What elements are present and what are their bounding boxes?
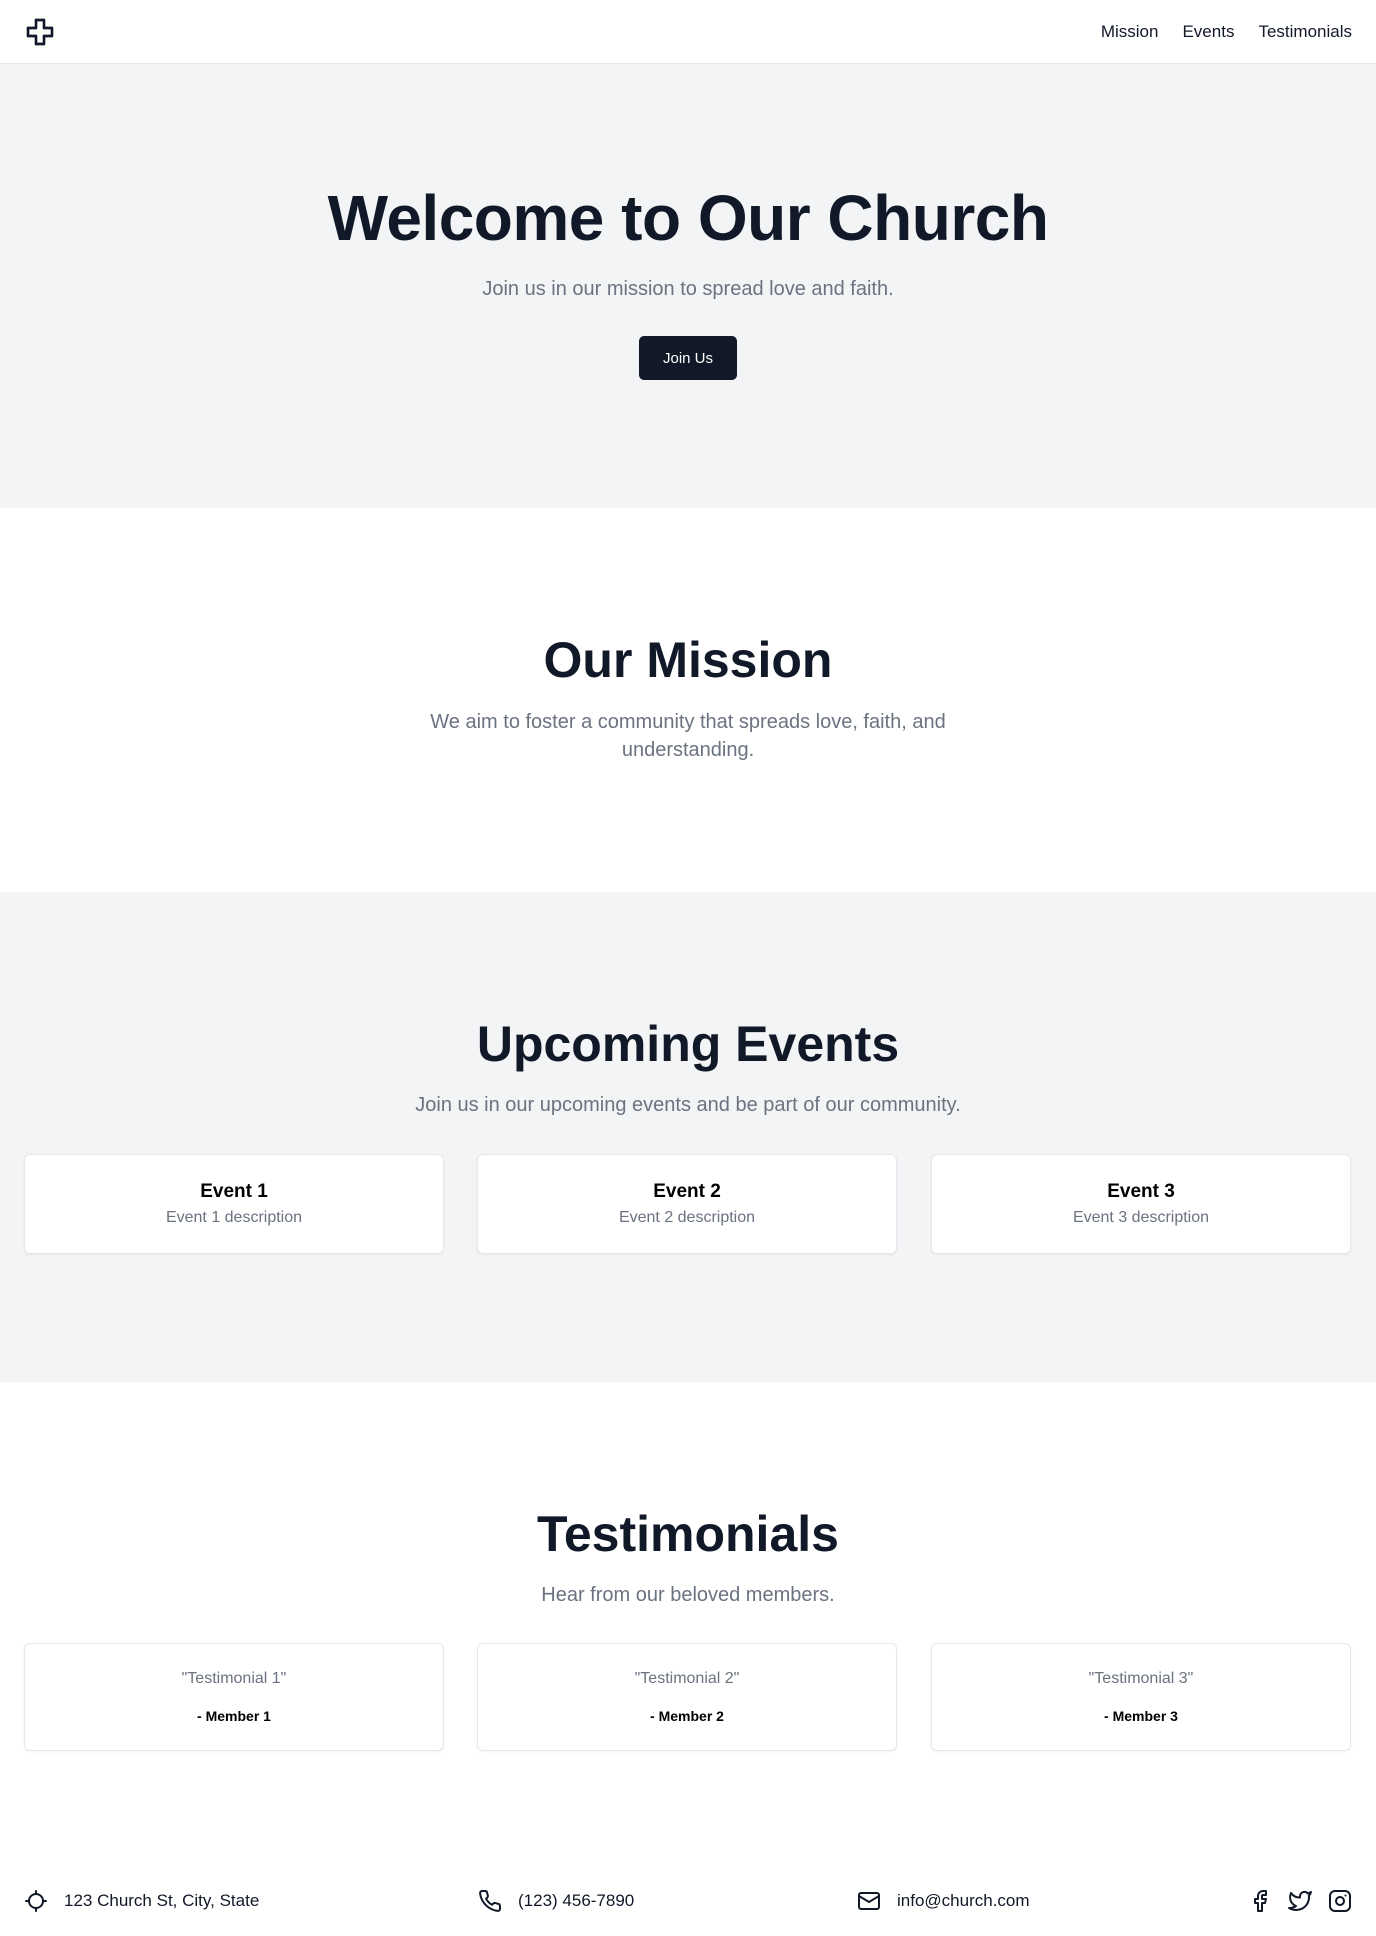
nav-link-mission[interactable]: Mission	[1101, 22, 1159, 42]
testimonial-quote: "Testimonial 1"	[181, 1670, 287, 1687]
testimonial-quote: "Testimonial 3"	[1088, 1670, 1194, 1687]
main-nav: Mission Events Testimonials	[1101, 0, 1352, 64]
event-card: Event 2 Event 2 description	[477, 1154, 897, 1254]
mission-title: Our Mission	[543, 632, 833, 688]
footer-address: 123 Church St, City, State	[24, 1886, 259, 1916]
events-section: Upcoming Events Join us in our upcoming …	[0, 892, 1376, 1382]
event-card: Event 1 Event 1 description	[24, 1154, 444, 1254]
footer-phone: (123) 456-7890	[478, 1886, 634, 1916]
hero-section: Welcome to Our Church Join us in our mis…	[0, 64, 1376, 508]
events-title: Upcoming Events	[476, 1016, 900, 1072]
testimonial-card: "Testimonial 1" - Member 1	[24, 1643, 444, 1751]
testimonials-section: Testimonials Hear from our beloved membe…	[0, 1382, 1376, 1872]
mission-section: Our Mission We aim to foster a community…	[0, 508, 1376, 892]
event-description: Event 2 description	[618, 1209, 756, 1226]
nav-link-events[interactable]: Events	[1182, 22, 1234, 42]
event-title: Event 1	[200, 1181, 268, 1202]
cross-icon[interactable]	[24, 16, 56, 48]
event-card: Event 3 Event 3 description	[931, 1154, 1351, 1254]
footer-email: info@church.com	[857, 1886, 1030, 1916]
testimonial-member: - Member 2	[650, 1708, 724, 1724]
event-title: Event 3	[1107, 1181, 1175, 1202]
footer-phone-text: (123) 456-7890	[518, 1891, 635, 1910]
footer-address-text: 123 Church St, City, State	[64, 1891, 260, 1910]
hero-subtitle: Join us in our mission to spread love an…	[482, 278, 894, 300]
mission-text: We aim to foster a community that spread…	[430, 711, 946, 761]
mail-icon	[858, 1892, 880, 1910]
events-subtitle: Join us in our upcoming events and be pa…	[415, 1094, 961, 1116]
event-description: Event 3 description	[1072, 1209, 1210, 1226]
twitter-icon[interactable]	[1288, 1889, 1312, 1913]
site-header: Mission Events Testimonials	[0, 0, 1376, 64]
testimonials-title: Testimonials	[537, 1506, 839, 1562]
testimonial-card: "Testimonial 3" - Member 3	[931, 1643, 1351, 1751]
location-icon	[25, 1890, 47, 1912]
event-description: Event 1 description	[165, 1209, 303, 1226]
testimonial-quote: "Testimonial 2"	[634, 1670, 740, 1687]
social-links	[1248, 1886, 1352, 1916]
phone-icon	[479, 1889, 502, 1912]
testimonial-member: - Member 3	[1104, 1708, 1178, 1724]
testimonial-member: - Member 1	[197, 1708, 271, 1724]
footer-email-text[interactable]: info@church.com	[897, 1891, 1030, 1911]
site-footer: 123 Church St, City, State (123) 456-789…	[0, 1872, 1376, 1936]
nav-link-testimonials[interactable]: Testimonials	[1258, 22, 1352, 42]
event-title: Event 2	[653, 1181, 721, 1202]
join-us-button[interactable]: Join Us	[639, 336, 737, 380]
hero-title: Welcome to Our Church	[327, 182, 1049, 254]
facebook-icon[interactable]	[1248, 1889, 1272, 1913]
instagram-icon[interactable]	[1328, 1889, 1352, 1913]
testimonial-card: "Testimonial 2" - Member 2	[477, 1643, 897, 1751]
testimonials-subtitle: Hear from our beloved members.	[541, 1584, 835, 1606]
